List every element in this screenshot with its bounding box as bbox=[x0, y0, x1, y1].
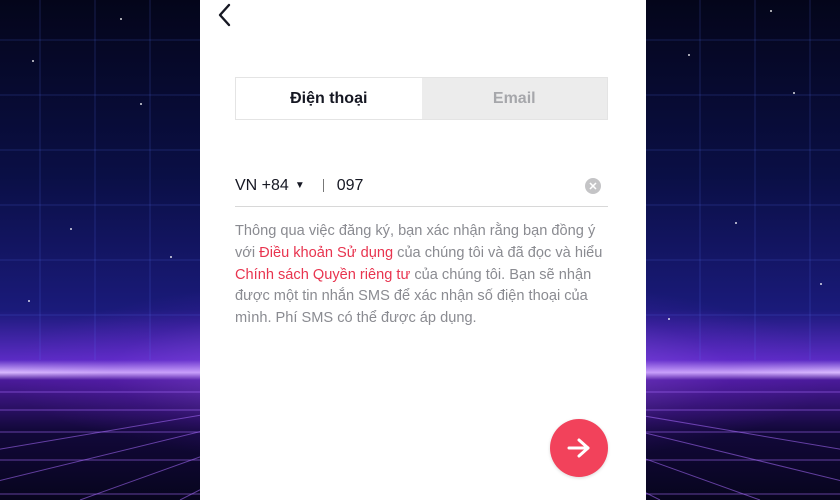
terms-of-use-link[interactable]: Điều khoản Sử dụng bbox=[259, 245, 393, 261]
login-method-tabs: Điện thoại Email bbox=[235, 77, 608, 120]
star bbox=[32, 60, 34, 62]
star bbox=[793, 92, 795, 94]
terms-text: của chúng tôi và đã đọc và hiểu bbox=[393, 244, 603, 261]
tab-phone[interactable]: Điện thoại bbox=[236, 78, 422, 119]
privacy-policy-link[interactable]: Chính sách Quyền riêng tư bbox=[235, 267, 410, 283]
clear-button[interactable]: ✕ bbox=[585, 178, 601, 194]
star bbox=[688, 54, 690, 56]
phone-number-input[interactable] bbox=[336, 176, 577, 195]
back-button[interactable] bbox=[212, 2, 238, 28]
chevron-left-icon bbox=[218, 3, 231, 27]
clear-icon: ✕ bbox=[588, 180, 598, 193]
country-code-selector[interactable]: VN +84 ▼ bbox=[235, 177, 305, 195]
next-button[interactable] bbox=[550, 419, 608, 477]
star bbox=[70, 228, 72, 230]
tab-email[interactable]: Email bbox=[421, 78, 607, 119]
country-code-label: VN +84 bbox=[235, 176, 289, 194]
star bbox=[28, 300, 30, 302]
field-divider bbox=[322, 179, 324, 192]
star bbox=[120, 18, 122, 20]
star bbox=[170, 256, 172, 258]
arrow-right-icon bbox=[567, 438, 590, 458]
phone-field: VN +84 ▼ ✕ bbox=[235, 165, 608, 207]
star bbox=[140, 103, 142, 105]
star bbox=[770, 10, 772, 12]
star bbox=[820, 283, 822, 285]
star bbox=[668, 318, 670, 320]
star bbox=[735, 222, 737, 224]
terms-notice: Thông qua việc đăng ký, bạn xác nhận rằn… bbox=[235, 221, 607, 330]
caret-down-icon: ▼ bbox=[294, 180, 305, 191]
